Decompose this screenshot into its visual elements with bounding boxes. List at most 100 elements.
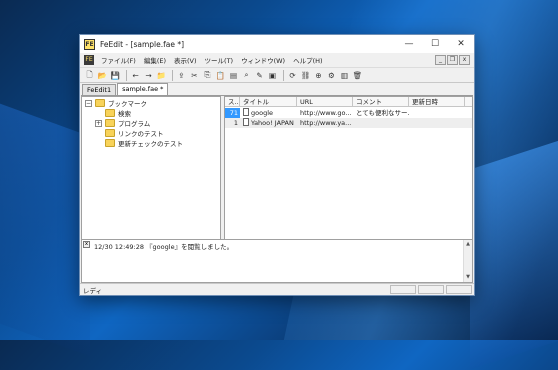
- row-url-cell: http://www.go...: [300, 109, 352, 117]
- save-icon[interactable]: 💾: [110, 70, 121, 81]
- tree-item-label: 検索: [118, 110, 131, 118]
- tab-feedit1[interactable]: FeEdit1: [82, 84, 117, 95]
- status-panel: [418, 285, 444, 294]
- list-row[interactable]: 1 Yahoo! JAPAN http://www.ya...: [225, 118, 472, 128]
- cut-icon[interactable]: ✂: [189, 70, 200, 81]
- close-button[interactable]: ✕: [448, 35, 474, 53]
- row-title-cell: google: [240, 108, 297, 118]
- folder-icon: [105, 129, 115, 137]
- menu-view[interactable]: 表示(V): [170, 55, 201, 65]
- find-icon[interactable]: ⌕: [241, 70, 252, 81]
- tree-item-update-check-test[interactable]: 更新チェックのテスト: [105, 138, 183, 148]
- title-bar[interactable]: FE FeEdit - [sample.fae *] — ☐ ✕: [80, 35, 474, 53]
- folder-icon: [95, 99, 105, 107]
- column-header-comment[interactable]: コメント: [353, 97, 409, 107]
- back-arrow-icon[interactable]: ←: [130, 70, 141, 81]
- tree-item-label: 更新チェックのテスト: [118, 140, 183, 148]
- menu-bar: FE ファイル(F) 編集(E) 表示(V) ツール(T) ウィンドウ(W) ヘ…: [80, 53, 474, 67]
- new-folder-icon[interactable]: 📁: [156, 70, 167, 81]
- menu-file[interactable]: ファイル(F): [97, 55, 140, 65]
- clipboard-icon[interactable]: ▥: [339, 70, 350, 81]
- properties-icon[interactable]: ▤: [228, 70, 239, 81]
- edit-icon[interactable]: ✎: [254, 70, 265, 81]
- scroll-up-arrow-icon[interactable]: ▲: [464, 240, 472, 249]
- row-title-cell: Yahoo! JAPAN: [240, 118, 297, 128]
- log-close-button[interactable]: x: [83, 241, 90, 248]
- window-controls: — ☐ ✕: [396, 35, 474, 53]
- document-minimize-button[interactable]: _: [435, 55, 446, 65]
- row-count-cell: 1: [233, 119, 238, 127]
- tree-item-label: リンクのテスト: [118, 130, 164, 138]
- log-line: 12/30 12:49:28 『google』を閲覧しました。: [94, 243, 234, 251]
- log-scrollbar[interactable]: ▲ ▼: [463, 240, 472, 282]
- toolbar-separator: [172, 69, 173, 81]
- import-icon[interactable]: ⇪: [176, 70, 187, 81]
- toolbar: 🗋 📂 💾 ← → 📁 ⇪ ✂ ⎘ 📋 ▤ ⌕ ✎ ▣ ⟳ ⛓ ⊕ ⚙ ▥ 🗑: [80, 67, 474, 83]
- scroll-down-arrow-icon[interactable]: ▼: [464, 273, 472, 282]
- document-restore-button[interactable]: ❐: [447, 55, 458, 65]
- status-text: レディ: [83, 286, 103, 295]
- column-header-status[interactable]: ス...: [225, 97, 240, 107]
- column-header-url[interactable]: URL: [297, 97, 353, 107]
- folder-icon: [105, 119, 115, 127]
- row-comment-cell: とても便利なサー...: [356, 109, 409, 117]
- menu-help[interactable]: ヘルプ(H): [289, 55, 326, 65]
- copy-icon[interactable]: ⎘: [202, 70, 213, 81]
- collapse-toggle[interactable]: −: [85, 99, 92, 107]
- feedit-window: FE FeEdit - [sample.fae *] — ☐ ✕ FE ファイル…: [79, 34, 475, 296]
- menu-edit[interactable]: 編集(E): [140, 55, 170, 65]
- folder-icon: [105, 139, 115, 147]
- image-icon[interactable]: ▣: [267, 70, 278, 81]
- expand-toggle[interactable]: +: [95, 119, 102, 127]
- tree-item-bookmarks[interactable]: − ブックマーク: [85, 98, 147, 108]
- tools-icon[interactable]: ⚙: [326, 70, 337, 81]
- desktop-light-ray: [470, 130, 558, 370]
- minimize-button[interactable]: —: [396, 35, 422, 53]
- browse-icon[interactable]: ⊕: [313, 70, 324, 81]
- document-system-menu-icon[interactable]: FE: [84, 55, 94, 65]
- status-panel: [446, 285, 472, 294]
- status-bar: レディ: [80, 283, 474, 295]
- tab-sample-fae[interactable]: sample.fae *: [117, 83, 169, 95]
- desktop-light-ray: [0, 103, 90, 357]
- page-icon: [243, 118, 249, 126]
- row-updated-cell: [409, 118, 465, 128]
- bookmark-list[interactable]: ス... タイトル URL コメント 更新日時 71 google http:/…: [224, 96, 473, 244]
- document-close-button[interactable]: x: [459, 55, 470, 65]
- document-tabs: FeEdit1 sample.fae *: [80, 83, 474, 95]
- row-url-cell: http://www.ya...: [300, 119, 352, 127]
- status-panel: [390, 285, 416, 294]
- list-row[interactable]: 71 google http://www.go... とても便利なサー...: [225, 108, 472, 118]
- open-folder-icon[interactable]: 📂: [97, 70, 108, 81]
- column-header-updated[interactable]: 更新日時: [409, 97, 465, 107]
- tree-item-link-test[interactable]: リンクのテスト: [105, 128, 164, 138]
- maximize-button[interactable]: ☐: [422, 35, 448, 53]
- toolbar-separator: [126, 69, 127, 81]
- window-title: FeEdit - [sample.fae *]: [100, 39, 185, 49]
- folder-icon: [105, 109, 115, 117]
- scroll-track[interactable]: [464, 249, 472, 273]
- page-icon: [243, 108, 249, 116]
- row-updated-cell: [409, 108, 465, 118]
- tree-item-label: プログラム: [118, 120, 151, 128]
- log-pane[interactable]: x 12/30 12:49:28 『google』を閲覧しました。 ▲ ▼: [81, 239, 473, 283]
- app-icon: FE: [84, 38, 95, 50]
- column-header-title[interactable]: タイトル: [240, 97, 297, 107]
- check-update-icon[interactable]: ⟳: [287, 70, 298, 81]
- list-header: ス... タイトル URL コメント 更新日時: [225, 97, 472, 107]
- menu-window[interactable]: ウィンドウ(W): [237, 55, 289, 65]
- tree-item-search[interactable]: 検索: [105, 108, 131, 118]
- row-comment-cell: [353, 118, 409, 128]
- menu-tools[interactable]: ツール(T): [201, 55, 238, 65]
- trash-icon[interactable]: 🗑: [352, 70, 363, 81]
- row-count-cell: 71: [225, 108, 240, 118]
- tree-item-programs[interactable]: + プログラム: [95, 118, 150, 128]
- bookmark-tree[interactable]: − ブックマーク 検索 + プログラム リンクのテスト 更新チェックのテスト: [81, 96, 221, 244]
- toolbar-separator: [283, 69, 284, 81]
- forward-arrow-icon[interactable]: →: [143, 70, 154, 81]
- paste-icon[interactable]: 📋: [215, 70, 226, 81]
- new-document-icon[interactable]: 🗋: [84, 70, 95, 81]
- tree-item-label: ブックマーク: [108, 100, 147, 108]
- link-check-icon[interactable]: ⛓: [300, 70, 311, 81]
- document-controls: _ ❐ x: [435, 55, 470, 65]
